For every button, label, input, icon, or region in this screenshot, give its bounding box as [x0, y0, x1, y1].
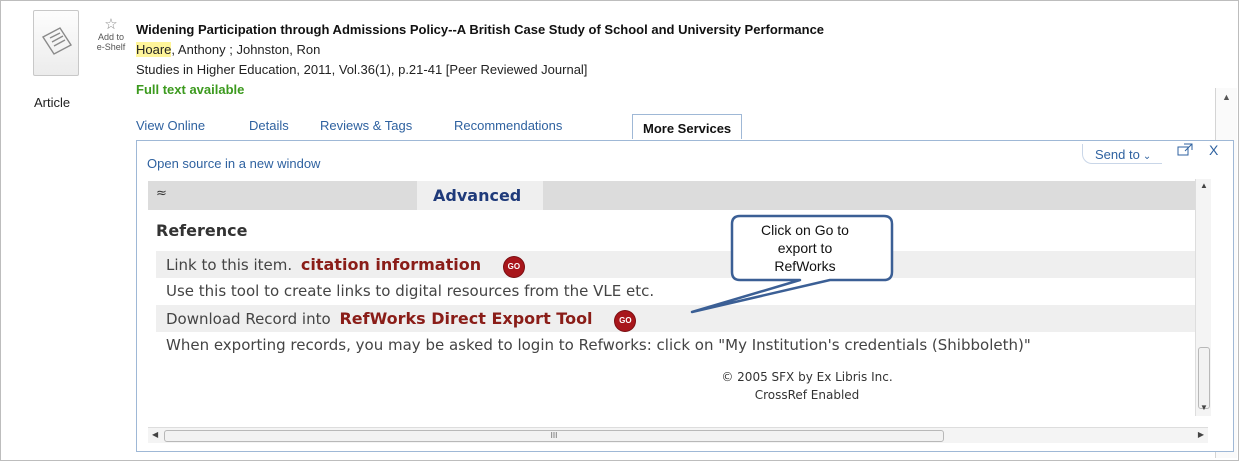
- close-icon[interactable]: X: [1209, 142, 1218, 158]
- author-highlight: Hoare: [136, 42, 172, 57]
- advanced-bar: ≈: [148, 181, 1208, 210]
- scroll-down-arrow[interactable]: ▼: [1200, 403, 1208, 412]
- callout-text: Click on Go to export to RefWorks: [735, 221, 875, 275]
- star-icon: ☆: [104, 16, 118, 33]
- tab-reviews-tags[interactable]: Reviews & Tags: [320, 118, 412, 133]
- send-to-label: Send to: [1095, 147, 1140, 162]
- resource-type: Article: [20, 10, 90, 110]
- tab-details[interactable]: Details: [249, 118, 289, 133]
- authors-rest: , Anthony ; Johnston, Ron: [171, 42, 321, 57]
- download-record-note: When exporting records, you may be asked…: [166, 336, 1031, 354]
- eshelf-label-line1: Add to: [97, 32, 125, 42]
- collapse-chevron-icon[interactable]: ≈: [156, 186, 167, 201]
- resource-type-label: Article: [34, 95, 71, 110]
- popout-icon[interactable]: [1177, 143, 1193, 157]
- record-source: Studies in Higher Education, 2011, Vol.3…: [136, 62, 588, 77]
- article-icon: [33, 10, 79, 76]
- eshelf-label-line2: e-Shelf: [96, 42, 126, 52]
- tab-view-online[interactable]: View Online: [136, 118, 205, 133]
- chevron-down-icon: ⌄: [1142, 151, 1152, 162]
- scroll-up-arrow[interactable]: ▲: [1200, 181, 1208, 190]
- reference-heading: Reference: [156, 221, 248, 240]
- link-item-prefix: Link to this item.: [166, 256, 293, 274]
- scroll-up-arrow[interactable]: ▲: [1222, 92, 1231, 102]
- tab-recommendations[interactable]: Recommendations: [454, 118, 562, 133]
- link-item-row: Link to this item. citation information …: [156, 251, 1206, 278]
- scroll-right-arrow[interactable]: ▶: [1198, 430, 1204, 439]
- scroll-thumb-horizontal[interactable]: III: [164, 430, 944, 442]
- record-authors: Hoare, Anthony ; Johnston, Ron: [136, 42, 320, 57]
- citation-information-link[interactable]: citation information: [301, 255, 481, 274]
- advanced-tab[interactable]: Advanced: [417, 181, 543, 210]
- scroll-left-arrow[interactable]: ◀: [152, 430, 158, 439]
- add-to-eshelf-button[interactable]: ☆ Add to e-Shelf: [94, 16, 128, 52]
- callout-line1: Click on Go to: [761, 222, 849, 238]
- refworks-export-link[interactable]: RefWorks Direct Export Tool: [339, 309, 592, 328]
- go-button-refworks[interactable]: GO: [615, 311, 636, 331]
- link-item-note: Use this tool to create links to digital…: [166, 282, 655, 300]
- open-source-link[interactable]: Open source in a new window: [147, 156, 320, 171]
- record-title[interactable]: Widening Participation through Admission…: [136, 22, 824, 37]
- callout-line3: RefWorks: [774, 258, 836, 274]
- availability-status[interactable]: Full text available: [136, 82, 244, 97]
- horizontal-scrollbar[interactable]: ◀ III ▶: [148, 427, 1208, 443]
- callout-line2: export to: [777, 240, 833, 256]
- download-record-row: Download Record into RefWorks Direct Exp…: [156, 305, 1206, 332]
- footer-crossref: CrossRef Enabled: [754, 388, 860, 402]
- download-prefix: Download Record into: [166, 310, 331, 328]
- send-to-button[interactable]: Send to ⌄: [1082, 144, 1162, 164]
- footer-copyright: © 2005 SFX by Ex Libris Inc.: [721, 370, 893, 384]
- sfx-footer: © 2005 SFX by Ex Libris Inc. CrossRef En…: [707, 368, 907, 404]
- go-button-citation[interactable]: GO: [503, 257, 524, 277]
- scroll-thumb[interactable]: [1198, 347, 1210, 409]
- tab-more-services[interactable]: More Services: [632, 114, 743, 139]
- more-services-panel: Open source in a new window Send to ⌄ X ≈…: [136, 140, 1234, 452]
- sfx-frame: ≈ Advanced Reference Link to this item. …: [148, 179, 1208, 416]
- inner-vertical-scrollbar[interactable]: ▲ ▼: [1195, 179, 1211, 416]
